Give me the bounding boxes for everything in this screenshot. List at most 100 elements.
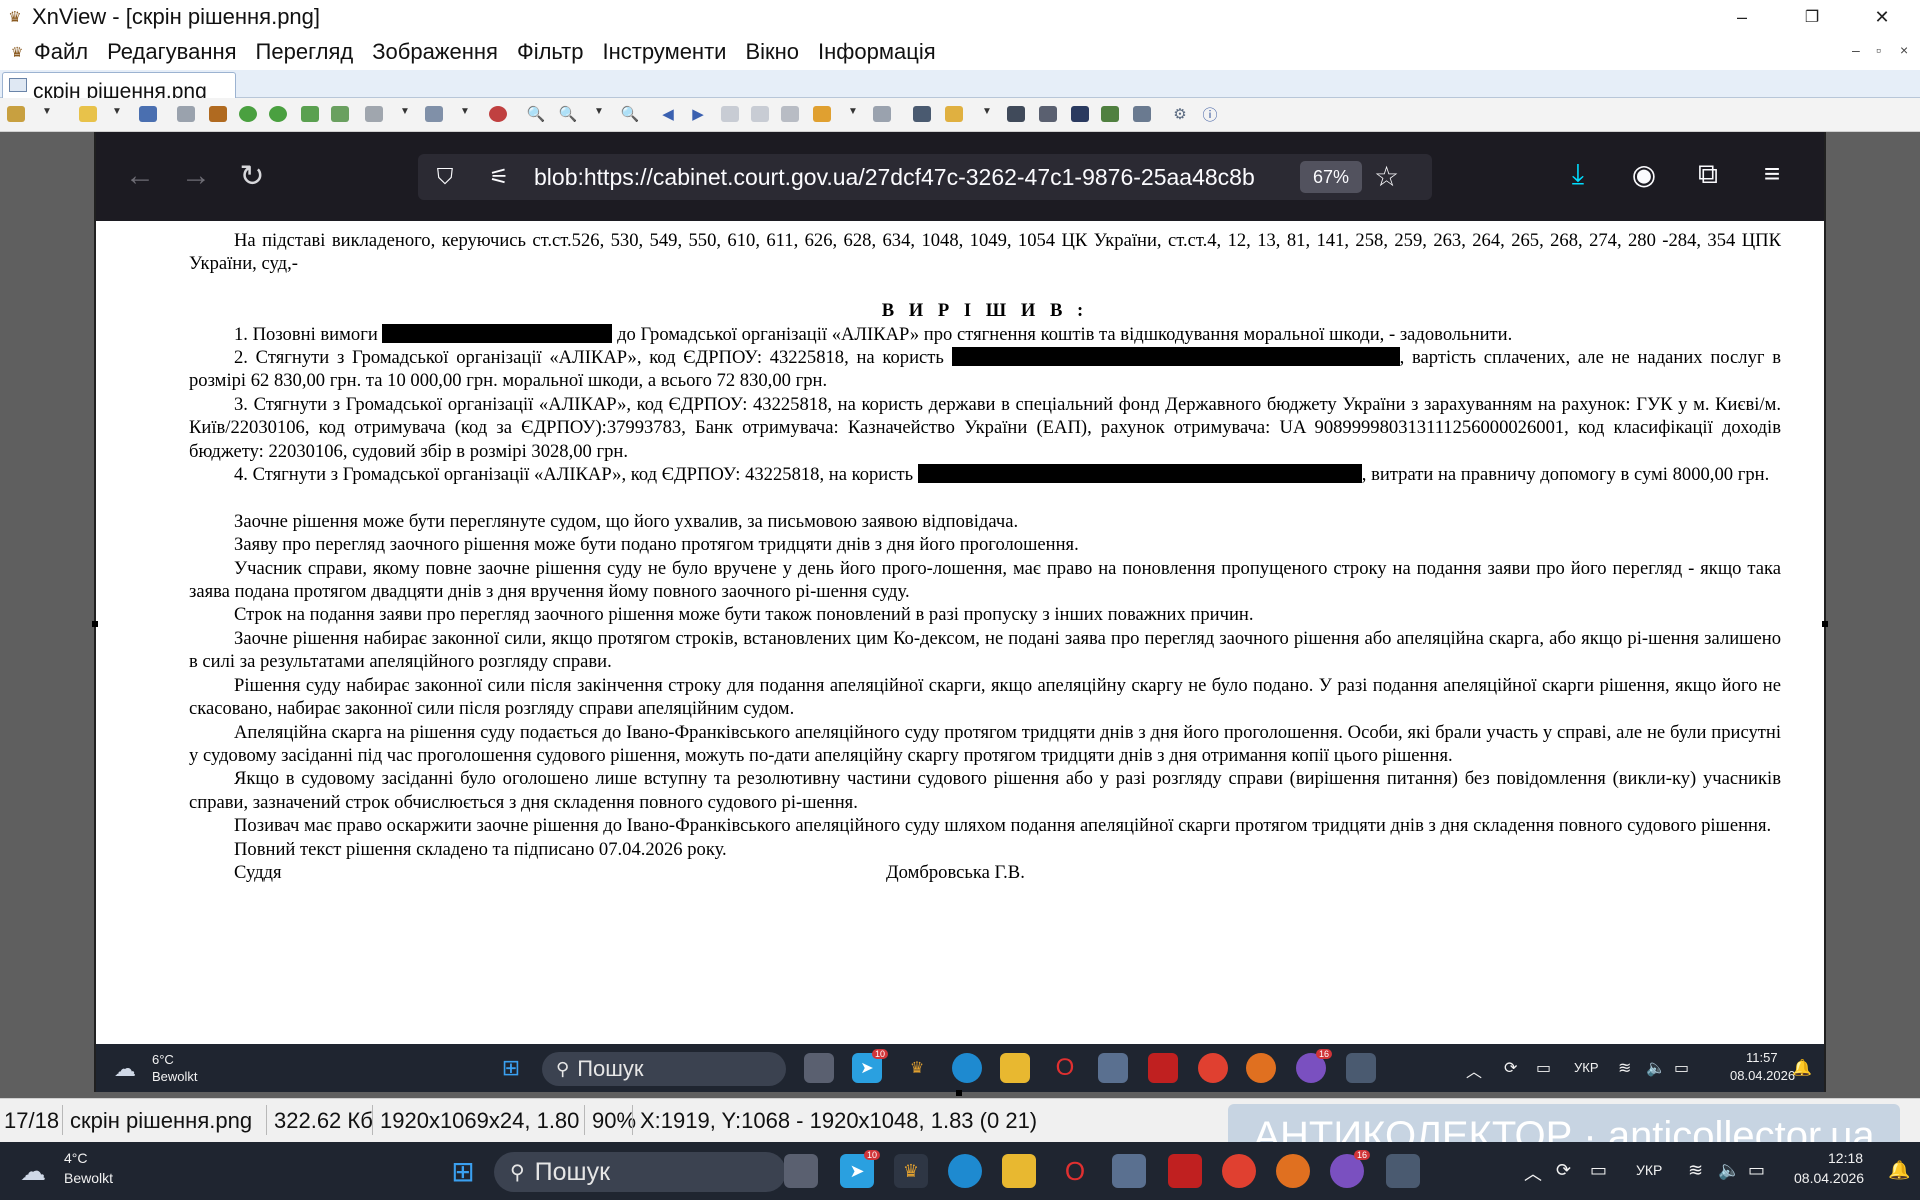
selection-handle[interactable]	[956, 1090, 962, 1096]
taskbar-search-box[interactable]: ⚲ Пошук	[494, 1152, 786, 1192]
wallpaper-icon[interactable]	[1098, 103, 1122, 125]
clock-date[interactable]: 08.04.2026	[1794, 1170, 1864, 1186]
notification-bell-icon[interactable]: 🔔	[1888, 1160, 1910, 1181]
menu-tools[interactable]: Інструменти	[602, 39, 726, 65]
inner-clock-time: 11:57	[1746, 1050, 1778, 1065]
dropdown-arrow-icon[interactable]: ▼	[460, 106, 470, 117]
close-button[interactable]: ✕	[1854, 0, 1910, 34]
viber-icon[interactable]: 16	[1330, 1150, 1370, 1188]
menu-window[interactable]: Вікно	[745, 39, 799, 65]
adjust-icon[interactable]	[422, 103, 446, 125]
opera-icon[interactable]: O	[1058, 1154, 1092, 1188]
cloud-weather-icon[interactable]: ☁	[20, 1156, 46, 1187]
find-icon[interactable]	[1004, 103, 1028, 125]
dropdown-arrow-icon[interactable]: ▼	[982, 106, 992, 117]
film-strip-icon[interactable]	[206, 103, 230, 125]
first-page-icon[interactable]	[718, 103, 742, 125]
menu-info[interactable]: Інформація	[818, 39, 936, 65]
capture-icon[interactable]	[1130, 103, 1154, 125]
zoom-fit-icon[interactable]: 🔍	[556, 103, 580, 125]
status-filename: скрін рішення.png	[70, 1108, 253, 1133]
menu-image[interactable]: Зображення	[372, 39, 498, 65]
convert-icon[interactable]	[328, 103, 352, 125]
save-icon[interactable]	[136, 103, 160, 125]
telegram-icon[interactable]: ➤ 10	[840, 1150, 880, 1188]
body-paragraph: Заяву про перегляд заочного рішення може…	[234, 534, 1079, 556]
start-windows-icon[interactable]: ⊞	[446, 1154, 480, 1188]
print-preview-icon[interactable]	[362, 103, 386, 125]
image-viewport[interactable]: ← → ↻ ⛉ ⚟ blob:https://cabinet.court.gov…	[0, 132, 1920, 1098]
calculator-icon[interactable]	[1386, 1154, 1420, 1188]
dropdown-arrow-icon[interactable]: ▼	[400, 106, 410, 117]
calculator-icon	[1346, 1053, 1376, 1083]
task-view-icon[interactable]	[784, 1154, 818, 1188]
file-explorer-icon	[1000, 1053, 1030, 1083]
decision-item-1-end: до Громадської організації «АЛІКАР» про …	[612, 323, 1513, 345]
firefox-icon[interactable]	[1276, 1154, 1310, 1188]
edge-browser-icon[interactable]	[948, 1154, 982, 1188]
inner-search-label: Пошук	[577, 1056, 644, 1081]
document-menu-icon[interactable]: ♛	[0, 44, 34, 61]
multipage-icon[interactable]	[778, 103, 802, 125]
menu-filter[interactable]: Фільтр	[517, 39, 584, 65]
pdf-reader-icon[interactable]	[1168, 1154, 1202, 1188]
wifi-icon[interactable]: ≋	[1688, 1160, 1703, 1181]
zoom-level: 90%	[592, 1108, 637, 1133]
dropdown-arrow-icon[interactable]: ▼	[848, 106, 858, 117]
selection-handle[interactable]	[92, 621, 98, 627]
rotate-right-icon[interactable]	[266, 103, 290, 125]
mdi-restore-button[interactable]: ▫	[1876, 42, 1881, 58]
scanner-icon[interactable]	[1068, 103, 1092, 125]
intro-paragraph: На підставі викладеного, керуючись ст.ст…	[189, 230, 1781, 275]
dropdown-arrow-icon[interactable]: ▼	[42, 106, 52, 117]
zoom-out-icon[interactable]: 🔍	[618, 103, 642, 125]
compare-icon[interactable]	[870, 103, 894, 125]
sync-icon[interactable]: ⟳	[1556, 1160, 1571, 1181]
undo-icon[interactable]	[174, 103, 198, 125]
language-indicator[interactable]: УКР	[1636, 1162, 1662, 1178]
body-paragraph: Рішення суду набирає законної сили після…	[189, 674, 1781, 720]
previous-arrow-icon[interactable]: ◀	[656, 103, 680, 125]
search-icon: ⚲	[556, 1058, 570, 1079]
print-icon[interactable]	[1036, 103, 1060, 125]
selection-handle[interactable]	[1822, 621, 1828, 627]
next-arrow-icon[interactable]: ▶	[686, 103, 710, 125]
tray-chevron-icon[interactable]: ︿	[1524, 1160, 1542, 1186]
restore-button[interactable]: ❐	[1784, 0, 1840, 34]
dropdown-arrow-icon[interactable]: ▼	[594, 106, 604, 117]
minimize-button[interactable]: –	[1714, 0, 1770, 34]
fullscreen-icon[interactable]	[910, 103, 934, 125]
display-icon[interactable]: ▭	[1590, 1160, 1607, 1181]
volume-icon: 🔈	[1646, 1060, 1666, 1077]
info-icon[interactable]: ⓘ	[1198, 103, 1222, 125]
dropdown-arrow-icon[interactable]: ▼	[112, 106, 122, 117]
browser-tree-icon[interactable]	[4, 103, 28, 125]
export-icon[interactable]	[298, 103, 322, 125]
clock-time[interactable]: 12:18	[1828, 1150, 1863, 1166]
search-icon: ⚲	[510, 1161, 525, 1184]
edge-browser-icon	[952, 1053, 982, 1083]
last-page-icon[interactable]	[748, 103, 772, 125]
start-windows-icon: ⊞	[501, 1055, 521, 1080]
file-explorer-icon[interactable]	[1002, 1154, 1036, 1188]
slideshow-icon[interactable]	[810, 103, 834, 125]
menu-view[interactable]: Перегляд	[256, 39, 354, 65]
battery-icon[interactable]: ▭	[1748, 1160, 1765, 1181]
zoom-in-icon[interactable]: 🔍	[524, 103, 548, 125]
open-folder-icon[interactable]	[76, 103, 100, 125]
volume-icon[interactable]: 🔈	[1718, 1160, 1740, 1181]
mdi-minimize-button[interactable]: –	[1852, 42, 1860, 58]
copy-to-icon[interactable]	[942, 103, 966, 125]
mdi-close-button[interactable]: ×	[1900, 42, 1908, 58]
settings-gear-icon[interactable]: ⚙	[1168, 103, 1192, 125]
decision-item-1-start: 1. Позовні вимоги	[234, 323, 383, 345]
rotate-left-icon[interactable]	[236, 103, 260, 125]
chrome-icon[interactable]	[1222, 1154, 1256, 1188]
xnview-taskbar-icon[interactable]: ♛	[894, 1154, 928, 1188]
menu-file[interactable]: Файл	[34, 39, 88, 65]
document-tab[interactable]: скрін рішення.png	[2, 72, 236, 98]
document-tab-label: скрін рішення.png	[33, 80, 207, 98]
menu-edit[interactable]: Редагування	[107, 39, 236, 65]
effects-icon[interactable]	[486, 103, 510, 125]
remote-desktop-icon[interactable]	[1112, 1154, 1146, 1188]
